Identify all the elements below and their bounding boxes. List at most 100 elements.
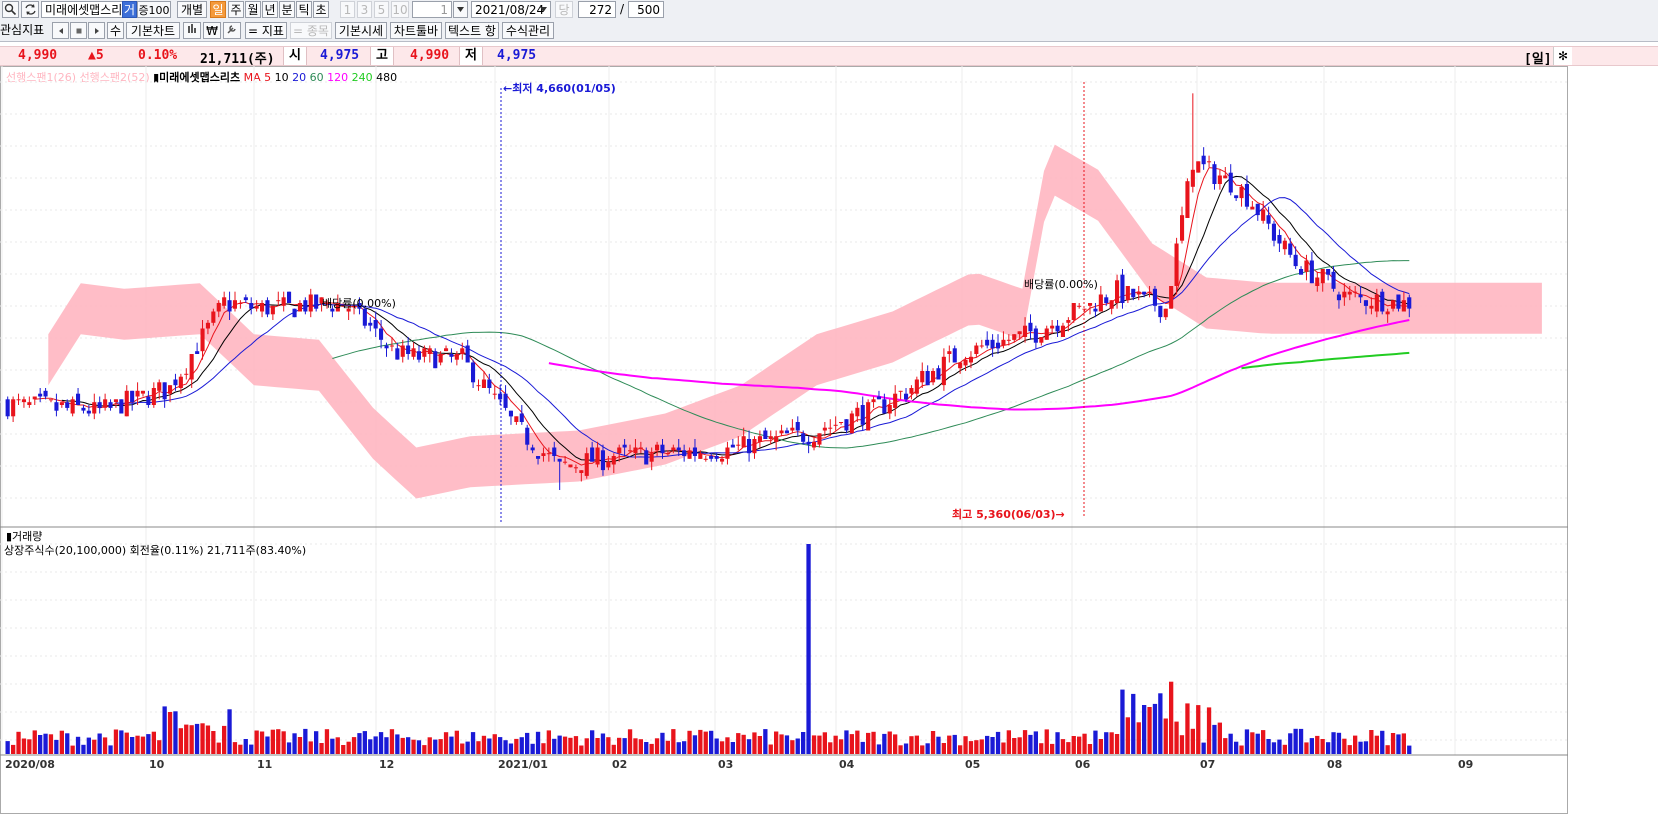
period-5-button[interactable]: 틱	[296, 1, 312, 18]
period-0-button[interactable]: 일	[210, 1, 226, 18]
candle-body	[135, 390, 140, 397]
volume-bar	[871, 731, 876, 754]
volume-bar	[146, 734, 151, 754]
candle-body	[178, 376, 183, 388]
refresh-icon[interactable]	[21, 1, 39, 18]
dang-button[interactable]: 당	[555, 1, 573, 18]
volume-bar	[281, 731, 286, 754]
formula-manage-button[interactable]: 수식관리	[502, 22, 554, 39]
candle-body	[1142, 291, 1147, 295]
stock-name-field[interactable]: 미래에셋맵스리	[41, 1, 123, 18]
tag-jeung100[interactable]: 증100	[137, 1, 171, 18]
next-icon[interactable]	[88, 22, 105, 39]
volume-bar	[389, 729, 395, 754]
volume-bar	[259, 731, 265, 754]
candle-body	[860, 405, 865, 425]
volume-bar	[1114, 734, 1120, 754]
indicator-button[interactable]: = 지표	[245, 22, 287, 39]
volume-bar	[5, 741, 10, 754]
tag-geo[interactable]: 거	[122, 1, 137, 18]
prev-icon[interactable]	[52, 22, 69, 39]
interval-spin-icon[interactable]	[453, 1, 468, 18]
volume-bar	[43, 733, 48, 754]
candle-body	[904, 393, 909, 400]
candle-body	[481, 379, 486, 388]
volume-bar	[687, 730, 692, 754]
volume-bar	[1353, 735, 1358, 754]
wrench-icon[interactable]	[223, 22, 241, 39]
x-tick-label: 10	[149, 758, 165, 771]
candle-body	[411, 348, 416, 357]
total-input[interactable]: 500	[628, 1, 664, 18]
volume-bar	[958, 745, 963, 754]
candle-body	[368, 322, 373, 326]
interest-indicator-button[interactable]: 관심지표	[0, 22, 49, 39]
settings-gear-icon[interactable]: ✻	[1553, 47, 1572, 65]
volume-bar	[941, 743, 946, 754]
volume-bar	[1206, 707, 1212, 754]
volume-bar	[698, 729, 703, 754]
price-volume-chart[interactable]: ←최저 4,660(01/05) 최고 5,360(06/03)→ 배당률(0.…	[0, 66, 1568, 814]
candle-body	[503, 393, 508, 408]
volume-bar	[406, 737, 411, 754]
volume-bar	[1055, 732, 1060, 754]
text-item-button[interactable]: 텍스트 항	[445, 22, 499, 39]
basic-chart-button[interactable]: 기본차트	[126, 22, 180, 39]
chart-toolbar-button[interactable]: 차트툴바	[390, 22, 442, 39]
candle-body	[828, 427, 833, 429]
volume-bar	[1022, 730, 1028, 754]
low-label: 저	[459, 47, 483, 65]
period-6-button[interactable]: 초	[313, 1, 329, 18]
candle-body	[1358, 294, 1363, 298]
candle-body	[600, 450, 605, 471]
candle-body	[660, 444, 665, 454]
volume-bar	[200, 723, 205, 754]
indicator-icon[interactable]	[183, 22, 201, 39]
search-icon[interactable]	[2, 1, 19, 18]
volume-bar	[1288, 733, 1293, 754]
volume-bar	[838, 739, 844, 754]
volume-bar	[590, 730, 595, 754]
minute-3-button[interactable]: 3	[357, 1, 372, 18]
minute-5-button[interactable]: 5	[374, 1, 389, 18]
period-3-button[interactable]: 년	[262, 1, 278, 18]
candle-body	[200, 328, 205, 352]
su-button[interactable]: 수	[107, 22, 124, 39]
date-dropdown-icon[interactable]	[537, 2, 550, 17]
volume-bar	[162, 706, 167, 754]
volume-bar	[238, 744, 243, 754]
item-button[interactable]: = 종목	[290, 22, 332, 39]
period-2-button[interactable]: 월	[245, 1, 261, 18]
candle-body	[265, 300, 270, 315]
individual-button[interactable]: 개별	[177, 1, 207, 18]
stop-icon[interactable]	[70, 22, 87, 39]
period-4-button[interactable]: 분	[279, 1, 295, 18]
volume-bar	[1163, 718, 1168, 754]
volume-bar	[411, 739, 416, 754]
volume-bar	[470, 732, 476, 754]
candle-body	[1277, 235, 1282, 244]
period-1-button[interactable]: 주	[228, 1, 244, 18]
candle-body	[1071, 303, 1076, 320]
candle-body	[730, 444, 735, 448]
candle-body	[270, 305, 275, 315]
candle-body	[1174, 243, 1179, 286]
candle-body	[1012, 334, 1017, 340]
candle-body	[985, 339, 990, 346]
volume-bar	[65, 733, 70, 754]
volume-bar	[519, 737, 524, 754]
candle-body	[487, 379, 492, 388]
count-input[interactable]: 272	[578, 1, 616, 18]
candle-body	[606, 461, 611, 468]
won-icon[interactable]: ₩	[203, 22, 221, 39]
minute-1-button[interactable]: 1	[340, 1, 355, 18]
candle-body	[11, 399, 16, 417]
x-tick-label: 06	[1075, 758, 1091, 771]
candle-body	[184, 373, 189, 375]
minute-10-button[interactable]: 10	[391, 1, 409, 18]
candle-body	[498, 393, 503, 400]
candle-body	[1098, 294, 1103, 312]
volume-bar	[606, 737, 611, 754]
basic-quote-button[interactable]: 기본시세	[335, 22, 387, 39]
interval-input[interactable]: 1	[412, 1, 452, 18]
